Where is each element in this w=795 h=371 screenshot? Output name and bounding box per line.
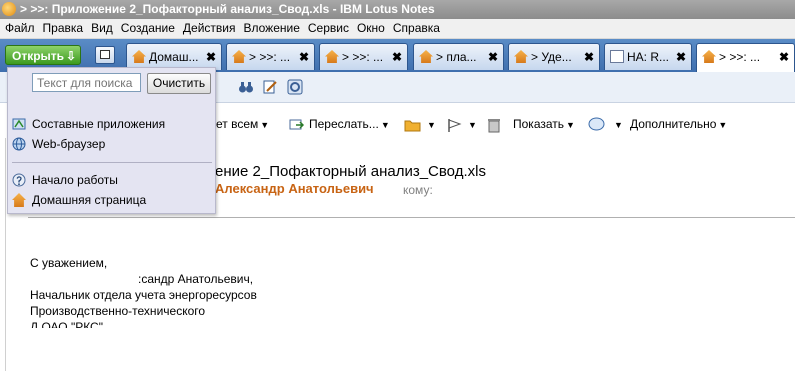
body-line: Начальник отдела учета энергоресурсов xyxy=(30,288,257,302)
more-button[interactable]: Дополнительно ▼ xyxy=(630,117,727,131)
open-button-label: Открыть xyxy=(12,49,65,63)
menu-item-composite-apps[interactable]: Составные приложения xyxy=(12,115,210,133)
mail-doc-icon xyxy=(232,50,246,63)
tab-label: > пла... xyxy=(436,50,477,64)
left-border xyxy=(5,138,6,371)
menu-actions[interactable]: Действия xyxy=(179,19,240,38)
body-line: Производственно-технического xyxy=(30,304,206,318)
chat-bubble-icon[interactable] xyxy=(588,117,605,132)
body-line: С уважением, xyxy=(30,256,108,270)
header-divider xyxy=(28,217,795,218)
message-sender[interactable]: Александр Анатольевич xyxy=(215,181,374,196)
menu-item-label: Составные приложения xyxy=(32,117,166,131)
forward-button[interactable]: Переслать... ▼ xyxy=(309,117,390,131)
body-line: :сандр Анатольевич, xyxy=(138,272,254,286)
question-icon xyxy=(12,173,26,187)
tab-label: > >>: ... xyxy=(342,50,384,64)
tab-close-icon[interactable]: ✖ xyxy=(779,44,789,70)
menu-item-home-page[interactable]: Домашняя страница xyxy=(12,191,210,209)
home-icon xyxy=(132,50,146,63)
chevron-down-icon[interactable]: ▼ xyxy=(614,120,623,130)
down-arrow-icon: ⇩ xyxy=(65,49,76,63)
edit-document-icon[interactable] xyxy=(262,79,278,95)
tab-close-icon[interactable]: ✖ xyxy=(392,44,402,70)
menu-create[interactable]: Создание xyxy=(117,19,179,38)
tab-mail-2[interactable]: > >>: ... ✖ xyxy=(319,43,408,70)
menu-view[interactable]: Вид xyxy=(87,19,117,38)
menu-item-label: Начало работы xyxy=(32,173,118,187)
mail-doc-icon xyxy=(325,50,339,63)
menu-attachment[interactable]: Вложение xyxy=(239,19,303,38)
tab-label: НА: R... xyxy=(627,50,670,64)
menu-item-label: Web-браузер xyxy=(32,137,106,151)
mail-doc-icon xyxy=(702,50,716,63)
mail-doc-icon xyxy=(514,50,528,63)
clear-button[interactable]: Очистить xyxy=(147,73,211,94)
menu-help[interactable]: Справка xyxy=(389,19,444,38)
chevron-down-icon: ▼ xyxy=(718,120,728,130)
menu-separator xyxy=(12,162,212,163)
forward-icon xyxy=(289,119,304,130)
show-button[interactable]: Показать ▼ xyxy=(513,117,575,131)
lotus-notes-icon xyxy=(2,2,16,16)
tab-close-icon[interactable]: ✖ xyxy=(676,44,686,70)
tab-label: > >>: ... xyxy=(249,50,291,64)
flag-icon[interactable] xyxy=(447,118,463,133)
show-label: Показать xyxy=(513,117,565,131)
home-icon xyxy=(12,193,26,207)
tab-home[interactable]: Домаш... ✖ xyxy=(126,43,222,70)
body-line: Д ОАО "РКС" xyxy=(30,320,103,328)
tab-close-icon[interactable]: ✖ xyxy=(584,44,594,70)
trash-icon[interactable] xyxy=(487,117,501,133)
open-menu-popup: Очистить Составные приложения Web-браузе… xyxy=(7,67,216,214)
tab-close-icon[interactable]: ✖ xyxy=(488,44,498,70)
menu-file[interactable]: Файл xyxy=(0,19,39,38)
menu-item-web-browser[interactable]: Web-браузер xyxy=(12,135,210,153)
globe-icon xyxy=(12,137,26,151)
search-input[interactable] xyxy=(32,73,141,92)
tab-mail-active[interactable]: > >>: ... ✖ xyxy=(696,43,795,72)
tab-mail-5[interactable]: НА: R... ✖ xyxy=(604,43,692,70)
menu-item-label: Домашняя страница xyxy=(32,193,147,207)
chevron-down-icon[interactable]: ▼ xyxy=(427,120,436,130)
menu-edit[interactable]: Правка xyxy=(39,19,88,38)
chevron-down-icon: ▼ xyxy=(260,120,270,130)
tab-label: > >>: ... xyxy=(719,50,761,64)
binoculars-icon[interactable] xyxy=(238,79,254,95)
more-label: Дополнительно xyxy=(630,117,717,131)
show-windows-button[interactable] xyxy=(95,46,115,64)
composite-apps-icon xyxy=(12,118,26,130)
tab-mail-1[interactable]: > >>: ... ✖ xyxy=(226,43,315,70)
folder-icon[interactable] xyxy=(404,119,421,132)
open-button[interactable]: Открыть ⇩ xyxy=(5,45,81,65)
tab-close-icon[interactable]: ✖ xyxy=(299,44,309,70)
forward-label: Переслать... xyxy=(309,117,379,131)
menu-bar: Файл Правка Вид Создание Действия Вложение Сер… xyxy=(0,19,795,39)
title-bar: > >>: Приложение 2_Пофакторный анализ_Св… xyxy=(0,0,795,19)
message-subject: ение 2_Пофакторный анализ_Свод.xls xyxy=(215,163,486,180)
windows-icon xyxy=(100,50,110,59)
tab-label: > Уде... xyxy=(531,50,572,64)
chevron-down-icon: ▼ xyxy=(566,120,575,130)
reply-all-label: ет всем xyxy=(216,117,259,131)
to-label: кому: xyxy=(403,183,433,197)
chevron-down-icon: ▼ xyxy=(380,120,390,130)
menu-tools[interactable]: Сервис xyxy=(304,19,353,38)
window-title: > >>: Приложение 2_Пофакторный анализ_Св… xyxy=(20,2,435,16)
chevron-down-icon[interactable]: ▼ xyxy=(468,120,477,130)
tab-mail-3[interactable]: > пла... ✖ xyxy=(413,43,504,70)
mail-icon xyxy=(610,50,624,63)
help-icon[interactable] xyxy=(287,79,303,95)
mail-doc-icon xyxy=(419,50,433,63)
menu-window[interactable]: Окно xyxy=(353,19,389,38)
reply-all-button[interactable]: ет всем ▼ xyxy=(216,117,269,131)
menu-item-getting-started[interactable]: Начало работы xyxy=(12,171,210,189)
tab-mail-4[interactable]: > Уде... ✖ xyxy=(508,43,600,70)
